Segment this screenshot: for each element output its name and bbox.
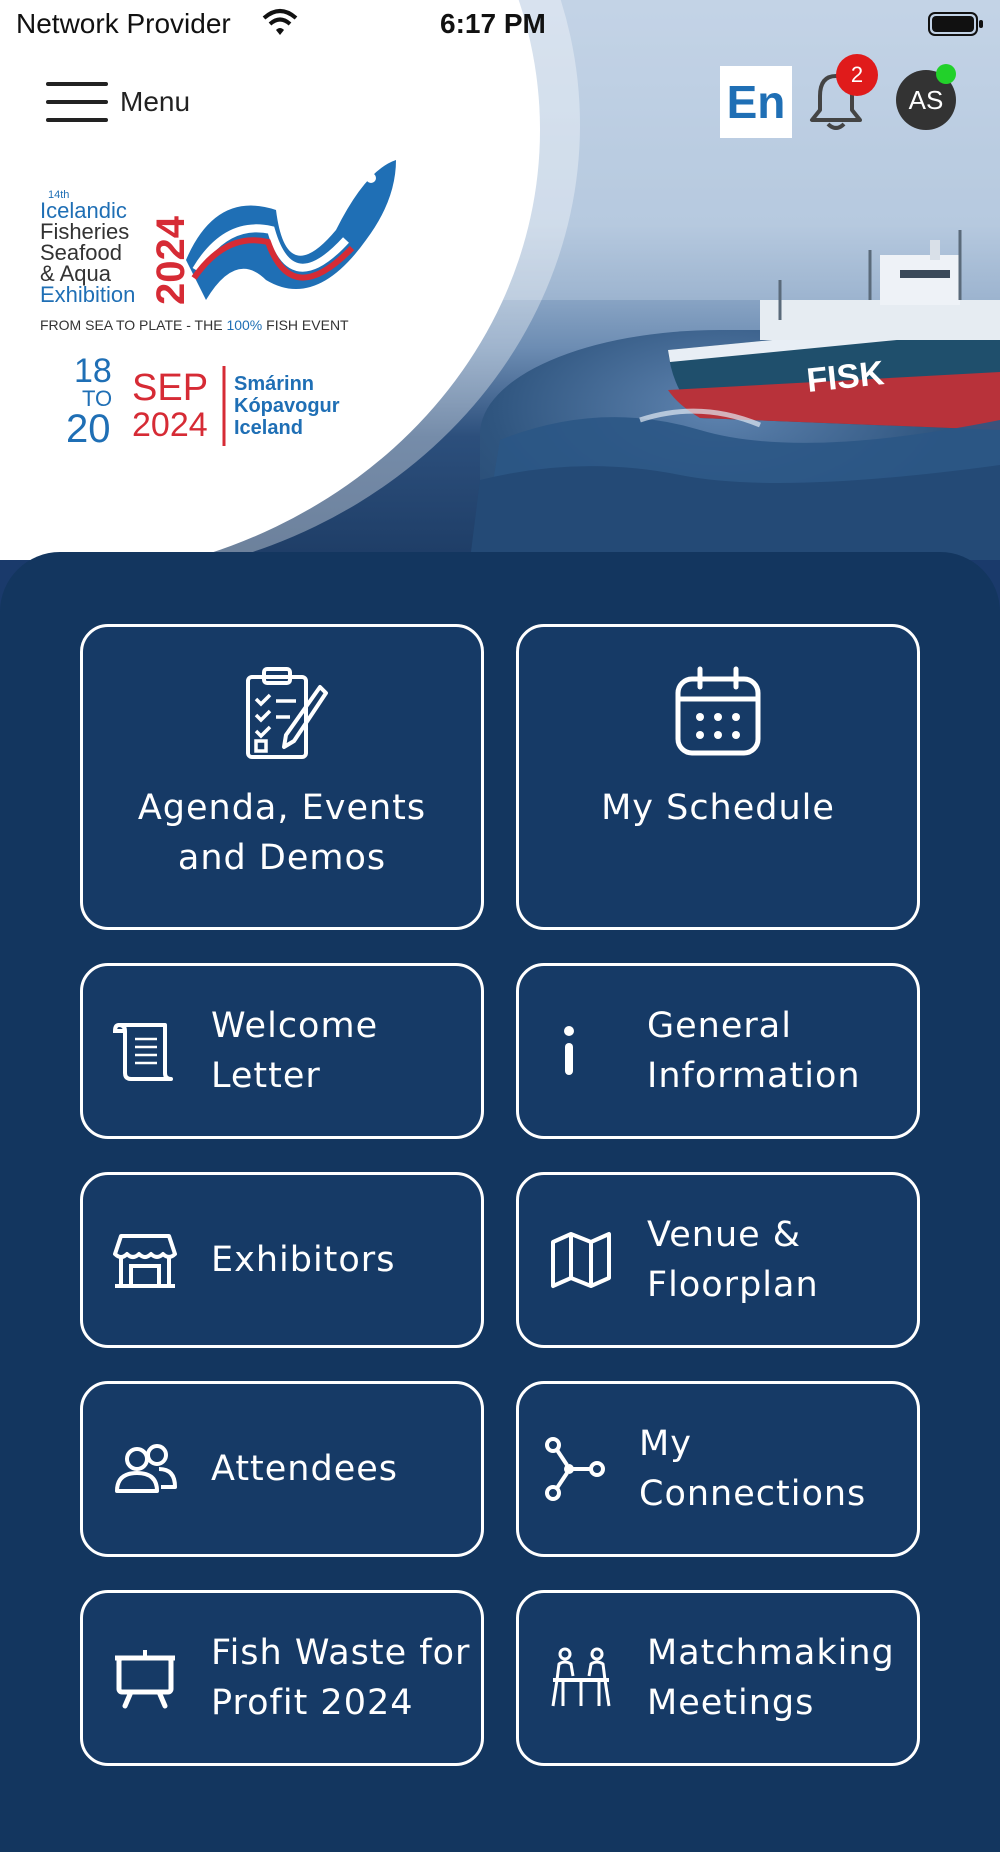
menu-label: Menu <box>120 86 191 117</box>
svg-text:Exhibition: Exhibition <box>40 282 135 307</box>
menu-button[interactable]: Menu <box>46 78 190 126</box>
svg-text:2024: 2024 <box>132 406 208 444</box>
tile-venue-floorplan[interactable]: Venue & Floorplan <box>516 1172 920 1348</box>
notification-badge: 2 <box>836 54 878 96</box>
tile-label: General Information <box>647 1006 861 1096</box>
tile-label: Venue & Floorplan <box>647 1215 819 1305</box>
tile-agenda-events-demos[interactable]: Agenda, Events and Demos <box>80 624 484 930</box>
meeting-table-icon <box>551 1647 611 1707</box>
tile-exhibitors[interactable]: Exhibitors <box>80 1172 484 1348</box>
clock: 6:17 PM <box>440 8 546 39</box>
tile-welcome-letter[interactable]: Welcome Letter <box>80 963 484 1139</box>
tile-my-connections[interactable]: My Connections <box>516 1381 920 1557</box>
network-provider: Network Provider <box>16 8 231 39</box>
svg-text:FROM SEA TO PLATE - THE 100% F: FROM SEA TO PLATE - THE 100% FISH EVENT <box>40 317 349 333</box>
tile-general-information[interactable]: General Information <box>516 963 920 1139</box>
svg-text:SEP: SEP <box>132 367 208 409</box>
info-icon <box>564 1026 574 1075</box>
tile-fish-waste-for-profit[interactable]: Fish Waste for Profit 2024 <box>80 1590 484 1766</box>
event-logo: 14th Icelandic Fisheries Seafood & Aqua … <box>40 160 396 451</box>
svg-text:Smárinn: Smárinn <box>234 373 314 395</box>
hamburger-icon <box>46 82 108 122</box>
svg-text:18: 18 <box>74 352 112 390</box>
battery-icon <box>928 12 983 36</box>
network-icon <box>545 1437 605 1501</box>
storefront-icon <box>113 1234 177 1288</box>
tile-label: Agenda, Events and Demos <box>137 788 427 878</box>
tile-label: Attendees <box>211 1449 399 1489</box>
tile-label: My Connections <box>639 1424 867 1514</box>
status-bar: Network Provider 6:17 PM <box>0 0 1000 52</box>
svg-text:FISK: FISK <box>805 354 886 400</box>
wifi-icon <box>262 9 298 35</box>
presentation-board-icon <box>115 1650 175 1709</box>
tile-my-schedule[interactable]: My Schedule <box>516 624 920 930</box>
tile-label: Matchmaking Meetings <box>647 1633 895 1723</box>
calendar-icon <box>675 666 761 756</box>
tile-attendees[interactable]: Attendees <box>80 1381 484 1557</box>
language-button[interactable]: En <box>720 66 792 138</box>
svg-text:Iceland: Iceland <box>234 417 303 439</box>
scroll-icon <box>113 1023 173 1081</box>
map-icon <box>551 1232 611 1288</box>
users-icon <box>115 1444 177 1493</box>
svg-text:20: 20 <box>66 407 111 451</box>
tile-label: Exhibitors <box>211 1240 396 1280</box>
svg-text:Kópavogur: Kópavogur <box>234 395 340 417</box>
tile-label: Fish Waste for Profit 2024 <box>211 1633 471 1723</box>
tile-matchmaking-meetings[interactable]: Matchmaking Meetings <box>516 1590 920 1766</box>
clipboard-checklist-icon <box>246 667 328 759</box>
online-status-dot <box>936 64 956 84</box>
tile-label: My Schedule <box>601 788 835 828</box>
tile-label: Welcome Letter <box>211 1006 379 1096</box>
